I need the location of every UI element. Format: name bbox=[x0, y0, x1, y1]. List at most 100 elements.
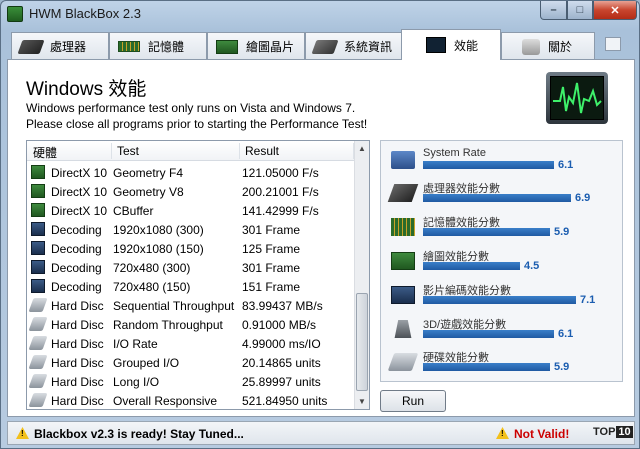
tab-memory[interactable]: 記憶體 bbox=[109, 32, 207, 60]
test-cell: I/O Rate bbox=[113, 337, 158, 351]
result-cell: 521.84950 units bbox=[242, 394, 328, 408]
rating-value: 6.1 bbox=[558, 159, 574, 171]
result-cell: 0.91000 MB/s bbox=[242, 318, 317, 332]
tab-graphics[interactable]: 繪圖晶片 bbox=[207, 32, 305, 60]
table-row[interactable]: DirectX 10 Geometry V8 200.21001 F/s bbox=[27, 182, 355, 201]
hardware-cell: DirectX 10 bbox=[51, 204, 108, 218]
table-row[interactable]: Hard Disc Long I/O 25.89997 units bbox=[27, 372, 355, 391]
rating-item: 3D/遊戲效能分數 6.1 bbox=[381, 314, 624, 348]
tab-label: 處理器 bbox=[50, 40, 87, 54]
decoding-icon bbox=[31, 279, 45, 293]
decoding-icon bbox=[31, 222, 45, 236]
tab-about[interactable]: 關於 bbox=[501, 32, 595, 60]
table-row[interactable]: Hard Disc Overall Responsive 521.84950 u… bbox=[27, 391, 355, 409]
title-bar[interactable]: HWM BlackBox 2.3 – □ ✕ bbox=[1, 1, 639, 27]
status-message: Blackbox v2.3 is ready! Stay Tuned... bbox=[34, 427, 244, 441]
result-cell: 151 Frame bbox=[242, 280, 301, 294]
scroll-up-arrow-icon[interactable]: ▲ bbox=[355, 141, 369, 156]
description-line-2: Please close all programs prior to start… bbox=[26, 117, 368, 131]
table-row[interactable]: Decoding 1920x1080 (150) 125 Frame bbox=[27, 239, 355, 258]
table-row[interactable]: DirectX 10 CBuffer 141.42999 F/s bbox=[27, 201, 355, 220]
app-icon bbox=[7, 6, 23, 22]
result-cell: 83.99437 MB/s bbox=[242, 299, 323, 313]
hardware-cell: DirectX 10 bbox=[51, 185, 108, 199]
minimize-button[interactable]: – bbox=[540, 1, 567, 20]
hardware-cell: Hard Disc bbox=[51, 356, 104, 370]
directx-icon bbox=[31, 203, 45, 217]
top10-logo[interactable]: TOP 10 bbox=[593, 426, 633, 438]
rating-bar bbox=[423, 262, 520, 270]
gpu-icon bbox=[391, 252, 415, 270]
status-bar: Blackbox v2.3 is ready! Stay Tuned... No… bbox=[7, 421, 635, 445]
system-rate-icon bbox=[391, 151, 415, 169]
result-cell: 121.05000 F/s bbox=[242, 166, 319, 180]
rating-item: 硬碟效能分數 5.9 bbox=[381, 347, 624, 381]
rating-value: 5.9 bbox=[554, 226, 570, 238]
rating-bar bbox=[423, 194, 571, 202]
rating-bar bbox=[423, 363, 550, 371]
rating-bar bbox=[423, 161, 554, 169]
rating-bar bbox=[423, 228, 550, 236]
decoding-icon bbox=[31, 260, 45, 274]
tab-processor[interactable]: 處理器 bbox=[11, 32, 109, 60]
table-row[interactable]: Decoding 720x480 (150) 151 Frame bbox=[27, 277, 355, 296]
result-cell: 25.89997 units bbox=[242, 375, 321, 389]
rating-bar bbox=[423, 296, 576, 304]
result-cell: 301 Frame bbox=[242, 223, 301, 237]
column-header-test[interactable]: Test bbox=[117, 144, 139, 158]
rating-label: System Rate bbox=[423, 147, 486, 159]
column-header-result[interactable]: Result bbox=[245, 144, 279, 158]
result-cell: 125 Frame bbox=[242, 242, 301, 256]
maximize-button[interactable]: □ bbox=[567, 1, 593, 20]
rating-item: 繪圖效能分數 4.5 bbox=[381, 246, 624, 280]
tab-label: 系統資訊 bbox=[344, 40, 393, 54]
vertical-scrollbar[interactable]: ▲ ▼ bbox=[354, 141, 369, 409]
performance-monitor-icon bbox=[546, 72, 608, 124]
test-cell: 1920x1080 (150) bbox=[113, 242, 204, 256]
test-cell: 1920x1080 (300) bbox=[113, 223, 204, 237]
heartbeat-graph-icon bbox=[553, 82, 602, 114]
tab-system-info[interactable]: 系統資訊 bbox=[305, 32, 403, 60]
hardware-cell: Decoding bbox=[51, 280, 102, 294]
run-button[interactable]: Run bbox=[380, 390, 446, 412]
validity-status: Not Valid! bbox=[514, 427, 570, 441]
table-row[interactable]: Hard Disc I/O Rate 4.99000 ms/IO bbox=[27, 334, 355, 353]
scrollbar-thumb[interactable] bbox=[356, 293, 368, 391]
window-title: HWM BlackBox 2.3 bbox=[29, 6, 141, 21]
table-row[interactable]: Hard Disc Grouped I/O 20.14865 units bbox=[27, 353, 355, 372]
warning-icon bbox=[16, 427, 29, 439]
hardware-cell: DirectX 10 bbox=[51, 166, 108, 180]
test-cell: 720x480 (150) bbox=[113, 280, 191, 294]
table-row[interactable]: Hard Disc Sequential Throughput 83.99437… bbox=[27, 296, 355, 315]
directx-icon bbox=[31, 165, 45, 179]
table-row[interactable]: DirectX 10 Geometry F4 121.05000 F/s bbox=[27, 163, 355, 182]
rating-item: 影片編碼效能分數 7.1 bbox=[381, 280, 624, 314]
table-row[interactable]: Decoding 1920x1080 (300) 301 Frame bbox=[27, 220, 355, 239]
system-icon bbox=[311, 39, 339, 54]
rating-item: 記憶體效能分數 5.9 bbox=[381, 212, 624, 246]
rating-value: 7.1 bbox=[580, 294, 596, 306]
rating-item: 處理器效能分數 6.9 bbox=[381, 178, 624, 212]
table-header: 硬體 Test Result bbox=[27, 141, 355, 161]
close-button[interactable]: ✕ bbox=[593, 1, 637, 20]
result-cell: 20.14865 units bbox=[242, 356, 321, 370]
extra-tab-icon[interactable] bbox=[605, 37, 621, 51]
table-row[interactable]: Hard Disc Random Throughput 0.91000 MB/s bbox=[27, 315, 355, 334]
cpu-icon bbox=[387, 184, 419, 202]
directx-icon bbox=[31, 184, 45, 198]
test-cell: Sequential Throughput bbox=[113, 299, 235, 313]
hardware-cell: Hard Disc bbox=[51, 375, 104, 389]
tab-performance[interactable]: 效能 bbox=[401, 29, 501, 60]
app-window: HWM BlackBox 2.3 – □ ✕ 處理器 記憶體 繪圖晶片 系統資訊… bbox=[0, 0, 640, 449]
results-table[interactable]: 硬體 Test Result DirectX 10 Geometry F4 12… bbox=[26, 140, 370, 410]
hardware-cell: Decoding bbox=[51, 261, 102, 275]
warning-icon bbox=[496, 427, 509, 439]
column-header-hardware[interactable]: 硬體 bbox=[33, 144, 57, 161]
result-cell: 4.99000 ms/IO bbox=[242, 337, 321, 351]
scroll-down-arrow-icon[interactable]: ▼ bbox=[355, 394, 369, 409]
result-cell: 141.42999 F/s bbox=[242, 204, 319, 218]
tab-bar: 處理器 記憶體 繪圖晶片 系統資訊 效能 關於 bbox=[7, 29, 635, 60]
test-cell: Grouped I/O bbox=[113, 356, 180, 370]
table-row[interactable]: Decoding 720x480 (300) 301 Frame bbox=[27, 258, 355, 277]
page-title: Windows 效能 bbox=[26, 79, 147, 100]
